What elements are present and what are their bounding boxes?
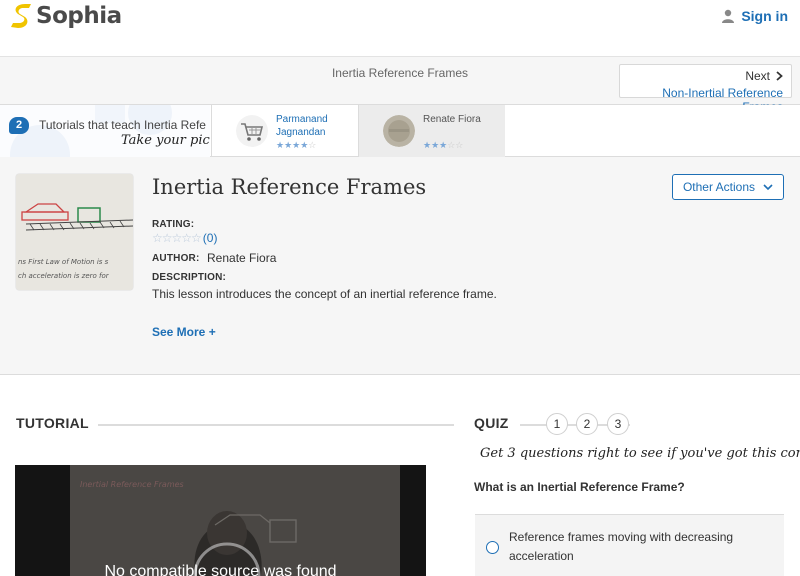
next-label-wrap: Next <box>745 69 783 83</box>
tutorial-author-name: Parmanand Jagnandan <box>276 114 328 138</box>
quiz-question-3-button[interactable]: 3 <box>607 413 629 435</box>
svg-text:ch acceleration is zero for: ch acceleration is zero for <box>18 272 110 280</box>
author-name: Renate Fiora <box>207 251 277 265</box>
video-player[interactable]: Inertial Reference Frames No compatible … <box>15 465 426 576</box>
tutorial-card-renate[interactable]: Renate Fiora ★★★☆☆ <box>358 105 505 157</box>
svg-text:ns First Law of Motion is s: ns First Law of Motion is s <box>18 258 109 266</box>
other-actions-label: Other Actions <box>682 180 756 194</box>
lesson-description: This lesson introduces the concept of an… <box>152 287 497 301</box>
lesson-info: ns First Law of Motion is s ch accelerat… <box>0 157 800 375</box>
tutorial-heading: TUTORIAL <box>16 415 89 431</box>
tutorials-strip: 2 Tutorials that teach Inertia Refe Take… <box>0 105 800 157</box>
tutorial-thumbnail <box>236 115 268 147</box>
author-avatar <box>383 115 415 147</box>
svg-text:Inertial Reference Frames: Inertial Reference Frames <box>80 480 184 489</box>
rating-widget[interactable]: ☆☆☆☆☆ (0) <box>152 231 217 245</box>
next-lesson-button[interactable]: Next Non-Inertial Reference Frames <box>619 64 792 114</box>
quiz-question: What is an Inertial Reference Frame? <box>474 480 685 494</box>
quiz-heading: QUIZ <box>474 415 509 431</box>
sophia-logo[interactable]: Sophia <box>10 3 122 29</box>
lesson-title: Inertia Reference Frames <box>152 175 427 199</box>
quiz-hint: Get 3 questions right to see if you've g… <box>480 446 800 461</box>
tutorial-count-badge: 2 <box>9 117 29 134</box>
chevron-right-icon <box>776 71 783 81</box>
sign-in-label: Sign in <box>741 8 788 24</box>
next-label: Next <box>745 69 770 83</box>
lesson-whiteboard-image: ns First Law of Motion is s ch accelerat… <box>16 174 133 290</box>
answer-radio[interactable] <box>486 541 499 554</box>
tutorials-intro: 2 Tutorials that teach Inertia Refe Take… <box>0 105 210 157</box>
top-navigation: Sophia Sign in <box>0 0 800 57</box>
video-error-message: No compatible source was found <box>104 563 337 576</box>
see-more-link[interactable]: See More + <box>152 325 216 339</box>
tutorial-rating-stars: ★★★☆☆ <box>423 140 464 150</box>
tutorial-rating-stars: ★★★★☆ <box>276 140 317 150</box>
sign-in-link[interactable]: Sign in <box>721 8 788 24</box>
rating-label: RATING: <box>152 219 195 230</box>
tutorial-author-name: Renate Fiora <box>423 114 481 125</box>
take-your-pick-text: Take your pick: <box>121 133 210 148</box>
chevron-down-icon <box>763 183 773 190</box>
quiz-answer-option[interactable]: Reference frames moving with decreasing … <box>475 514 784 576</box>
sophia-logo-icon <box>11 4 31 28</box>
tutorial-divider <box>98 424 454 426</box>
author-label: AUTHOR: <box>152 253 200 264</box>
shopping-cart-icon <box>236 115 268 147</box>
rating-stars-icon[interactable]: ☆☆☆☆☆ <box>152 231 202 245</box>
video-poster: Inertial Reference Frames <box>15 465 426 576</box>
rating-count: (0) <box>202 231 218 245</box>
tutorial-thumbnail <box>383 115 415 147</box>
quiz-question-1-button[interactable]: 1 <box>546 413 568 435</box>
lesson-thumbnail: ns First Law of Motion is s ch accelerat… <box>16 174 133 290</box>
logo-text: Sophia <box>36 3 122 29</box>
other-actions-dropdown[interactable]: Other Actions <box>672 174 784 200</box>
lesson-title-bar: Inertia Reference Frames Next Non-Inerti… <box>0 57 800 114</box>
tutorial-card-parmanand[interactable]: Parmanand Jagnandan ★★★★☆ <box>211 105 358 157</box>
tutorials-text: Tutorials that teach Inertia Refe <box>39 118 206 132</box>
answer-text: Reference frames moving with decreasing … <box>509 530 734 563</box>
user-icon <box>722 9 735 23</box>
quiz-question-2-button[interactable]: 2 <box>576 413 598 435</box>
description-label: DESCRIPTION: <box>152 272 227 283</box>
